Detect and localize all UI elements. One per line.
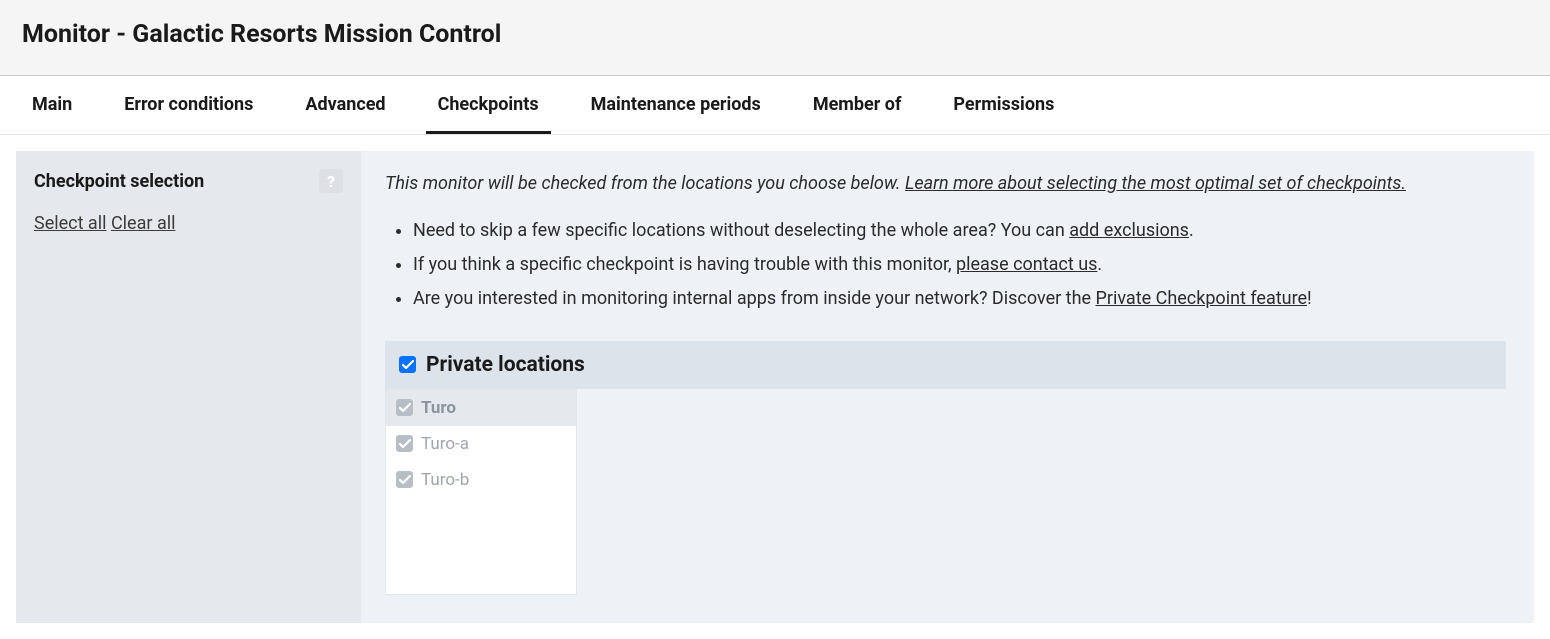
learn-more-link[interactable]: Learn more about selecting the most opti… (905, 173, 1406, 194)
tab-checkpoints[interactable]: Checkpoints (426, 76, 551, 134)
locations-box: Turo Turo-a Turo-b (385, 389, 577, 595)
check-icon (402, 360, 414, 370)
tab-bar: Main Error conditions Advanced Checkpoin… (0, 76, 1550, 135)
tips-list: Need to skip a few specific locations wi… (385, 214, 1506, 317)
private-locations-header[interactable]: Private locations (385, 341, 1506, 389)
help-icon[interactable]: ? (319, 169, 343, 193)
add-exclusions-link[interactable]: add exclusions (1069, 220, 1189, 241)
tip-private-checkpoint: Are you interested in monitoring interna… (413, 282, 1506, 316)
tab-main[interactable]: Main (20, 76, 84, 134)
tab-member-of[interactable]: Member of (801, 76, 914, 134)
private-locations-checkbox[interactable] (399, 356, 416, 373)
location-item-turo-a[interactable]: Turo-a (386, 426, 576, 462)
clear-all-link[interactable]: Clear all (111, 213, 176, 234)
private-checkpoint-link[interactable]: Private Checkpoint feature (1096, 288, 1308, 309)
content: Checkpoint selection ? Select all Clear … (16, 151, 1534, 623)
private-locations-title: Private locations (426, 353, 585, 377)
check-icon (399, 439, 411, 449)
tab-error-conditions[interactable]: Error conditions (112, 76, 265, 134)
tab-maintenance-periods[interactable]: Maintenance periods (579, 76, 773, 134)
tip-exclusions: Need to skip a few specific locations wi… (413, 214, 1506, 248)
location-group-turo[interactable]: Turo (386, 390, 576, 426)
locations-box-empty-area (386, 498, 576, 594)
page-title: Monitor - Galactic Resorts Mission Contr… (22, 20, 1528, 49)
tab-advanced[interactable]: Advanced (293, 76, 397, 134)
check-icon (399, 403, 411, 413)
location-group-label: Turo (421, 398, 456, 418)
intro-text: This monitor will be checked from the lo… (385, 173, 1506, 194)
location-item-checkbox[interactable] (396, 471, 413, 488)
title-bar: Monitor - Galactic Resorts Mission Contr… (0, 0, 1550, 76)
check-icon (399, 475, 411, 485)
main-panel: This monitor will be checked from the lo… (361, 151, 1534, 623)
sidebar: Checkpoint selection ? Select all Clear … (16, 151, 361, 623)
tab-permissions[interactable]: Permissions (941, 76, 1066, 134)
location-item-turo-b[interactable]: Turo-b (386, 462, 576, 498)
contact-us-link[interactable]: please contact us (956, 254, 1097, 275)
location-item-label: Turo-a (421, 434, 469, 454)
sidebar-title: Checkpoint selection (34, 171, 204, 192)
location-group-checkbox[interactable] (396, 399, 413, 416)
location-item-checkbox[interactable] (396, 435, 413, 452)
select-all-link[interactable]: Select all (34, 213, 106, 234)
tip-contact: If you think a specific checkpoint is ha… (413, 248, 1506, 282)
location-item-label: Turo-b (421, 470, 469, 490)
